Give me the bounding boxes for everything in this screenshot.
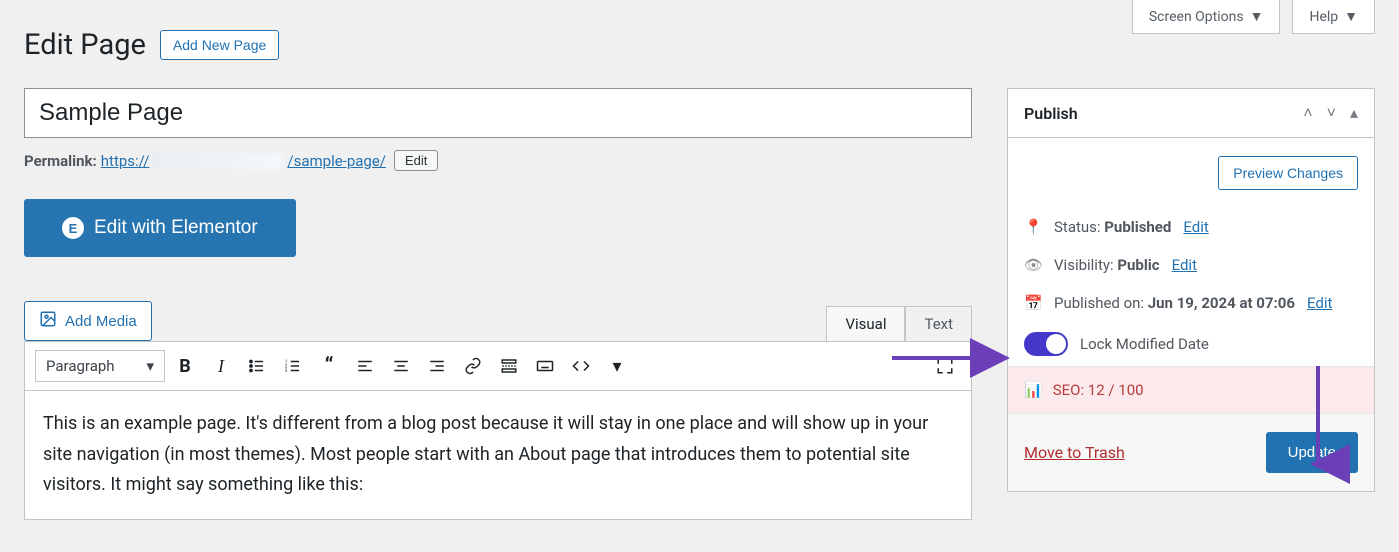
help-label: Help [1309, 9, 1338, 25]
permalink-label: Permalink: [24, 152, 97, 170]
chevron-up-icon[interactable]: ˄ [1303, 103, 1312, 123]
editor-content[interactable]: This is an example page. It's different … [24, 391, 972, 520]
lock-modified-date-toggle[interactable] [1024, 332, 1068, 356]
seo-text: SEO: 12 / 100 [1053, 381, 1144, 399]
fullscreen-icon[interactable] [929, 350, 961, 382]
bold-icon[interactable]: B [169, 350, 201, 382]
code-icon[interactable] [565, 350, 597, 382]
calendar-icon: 📅 [1024, 294, 1042, 312]
status-edit-link[interactable]: Edit [1183, 218, 1208, 236]
caret-down-icon: ▼ [1250, 8, 1264, 25]
italic-icon[interactable]: I [205, 350, 237, 382]
svg-text:3: 3 [285, 368, 288, 374]
caret-down-icon: ▼ [1344, 8, 1358, 25]
update-button[interactable]: Update [1266, 432, 1358, 473]
screen-options-tab[interactable]: Screen Options ▼ [1132, 0, 1281, 34]
align-left-icon[interactable] [349, 350, 381, 382]
add-new-page-button[interactable]: Add New Page [160, 30, 279, 60]
keyboard-icon[interactable] [529, 350, 561, 382]
read-more-icon[interactable] [493, 350, 525, 382]
align-right-icon[interactable] [421, 350, 453, 382]
link-icon[interactable] [457, 350, 489, 382]
status-text: Status: Published [1054, 218, 1171, 236]
eye-icon: 👁 [1024, 256, 1042, 274]
visibility-edit-link[interactable]: Edit [1172, 256, 1197, 274]
blockquote-icon[interactable]: “ [313, 350, 345, 382]
edit-with-elementor-button[interactable]: E Edit with Elementor [24, 199, 296, 257]
tab-text[interactable]: Text [905, 306, 972, 341]
published-text: Published on: Jun 19, 2024 at 07:06 [1054, 294, 1295, 312]
permalink-edit-button[interactable]: Edit [394, 150, 438, 171]
toolbar-toggle-icon[interactable]: ▾ [601, 350, 633, 382]
bulleted-list-icon[interactable] [241, 350, 273, 382]
help-tab[interactable]: Help ▼ [1292, 0, 1375, 34]
visibility-text: Visibility: Public [1054, 256, 1160, 274]
seo-icon: 📊 [1024, 381, 1043, 399]
numbered-list-icon[interactable]: 123 [277, 350, 309, 382]
seo-score-row[interactable]: 📊 SEO: 12 / 100 [1008, 366, 1374, 413]
permalink-row: Permalink: https:// /sample-page/ Edit [24, 150, 972, 171]
caret-down-icon: ▾ [146, 357, 154, 375]
screen-options-label: Screen Options [1149, 9, 1244, 25]
page-title-input[interactable] [24, 88, 972, 138]
pin-icon: 📍 [1024, 218, 1042, 236]
align-center-icon[interactable] [385, 350, 417, 382]
tab-visual[interactable]: Visual [826, 306, 905, 341]
publish-panel-title: Publish [1024, 104, 1078, 123]
publish-panel-header[interactable]: Publish ˄ ˅ ▴ [1007, 88, 1375, 138]
lock-modified-date-label: Lock Modified Date [1080, 335, 1209, 353]
published-edit-link[interactable]: Edit [1307, 294, 1332, 312]
format-dropdown[interactable]: Paragraph ▾ [35, 350, 165, 382]
page-title: Edit Page [24, 28, 146, 62]
format-value: Paragraph [46, 357, 115, 375]
media-icon [39, 310, 57, 332]
add-media-button[interactable]: Add Media [24, 301, 152, 341]
add-media-label: Add Media [65, 313, 137, 330]
permalink-domain-blurred [153, 153, 283, 169]
chevron-down-icon[interactable]: ˅ [1327, 103, 1336, 123]
editor-toolbar: Paragraph ▾ B I 123 “ ▾ [24, 341, 972, 391]
preview-changes-button[interactable]: Preview Changes [1218, 156, 1358, 190]
move-to-trash-link[interactable]: Move to Trash [1024, 443, 1125, 462]
permalink-prefix[interactable]: https:// [101, 152, 150, 170]
collapse-icon[interactable]: ▴ [1350, 103, 1358, 123]
permalink-slug[interactable]: /sample-page/ [287, 152, 386, 170]
elementor-label: Edit with Elementor [94, 217, 258, 239]
elementor-icon: E [62, 217, 84, 239]
